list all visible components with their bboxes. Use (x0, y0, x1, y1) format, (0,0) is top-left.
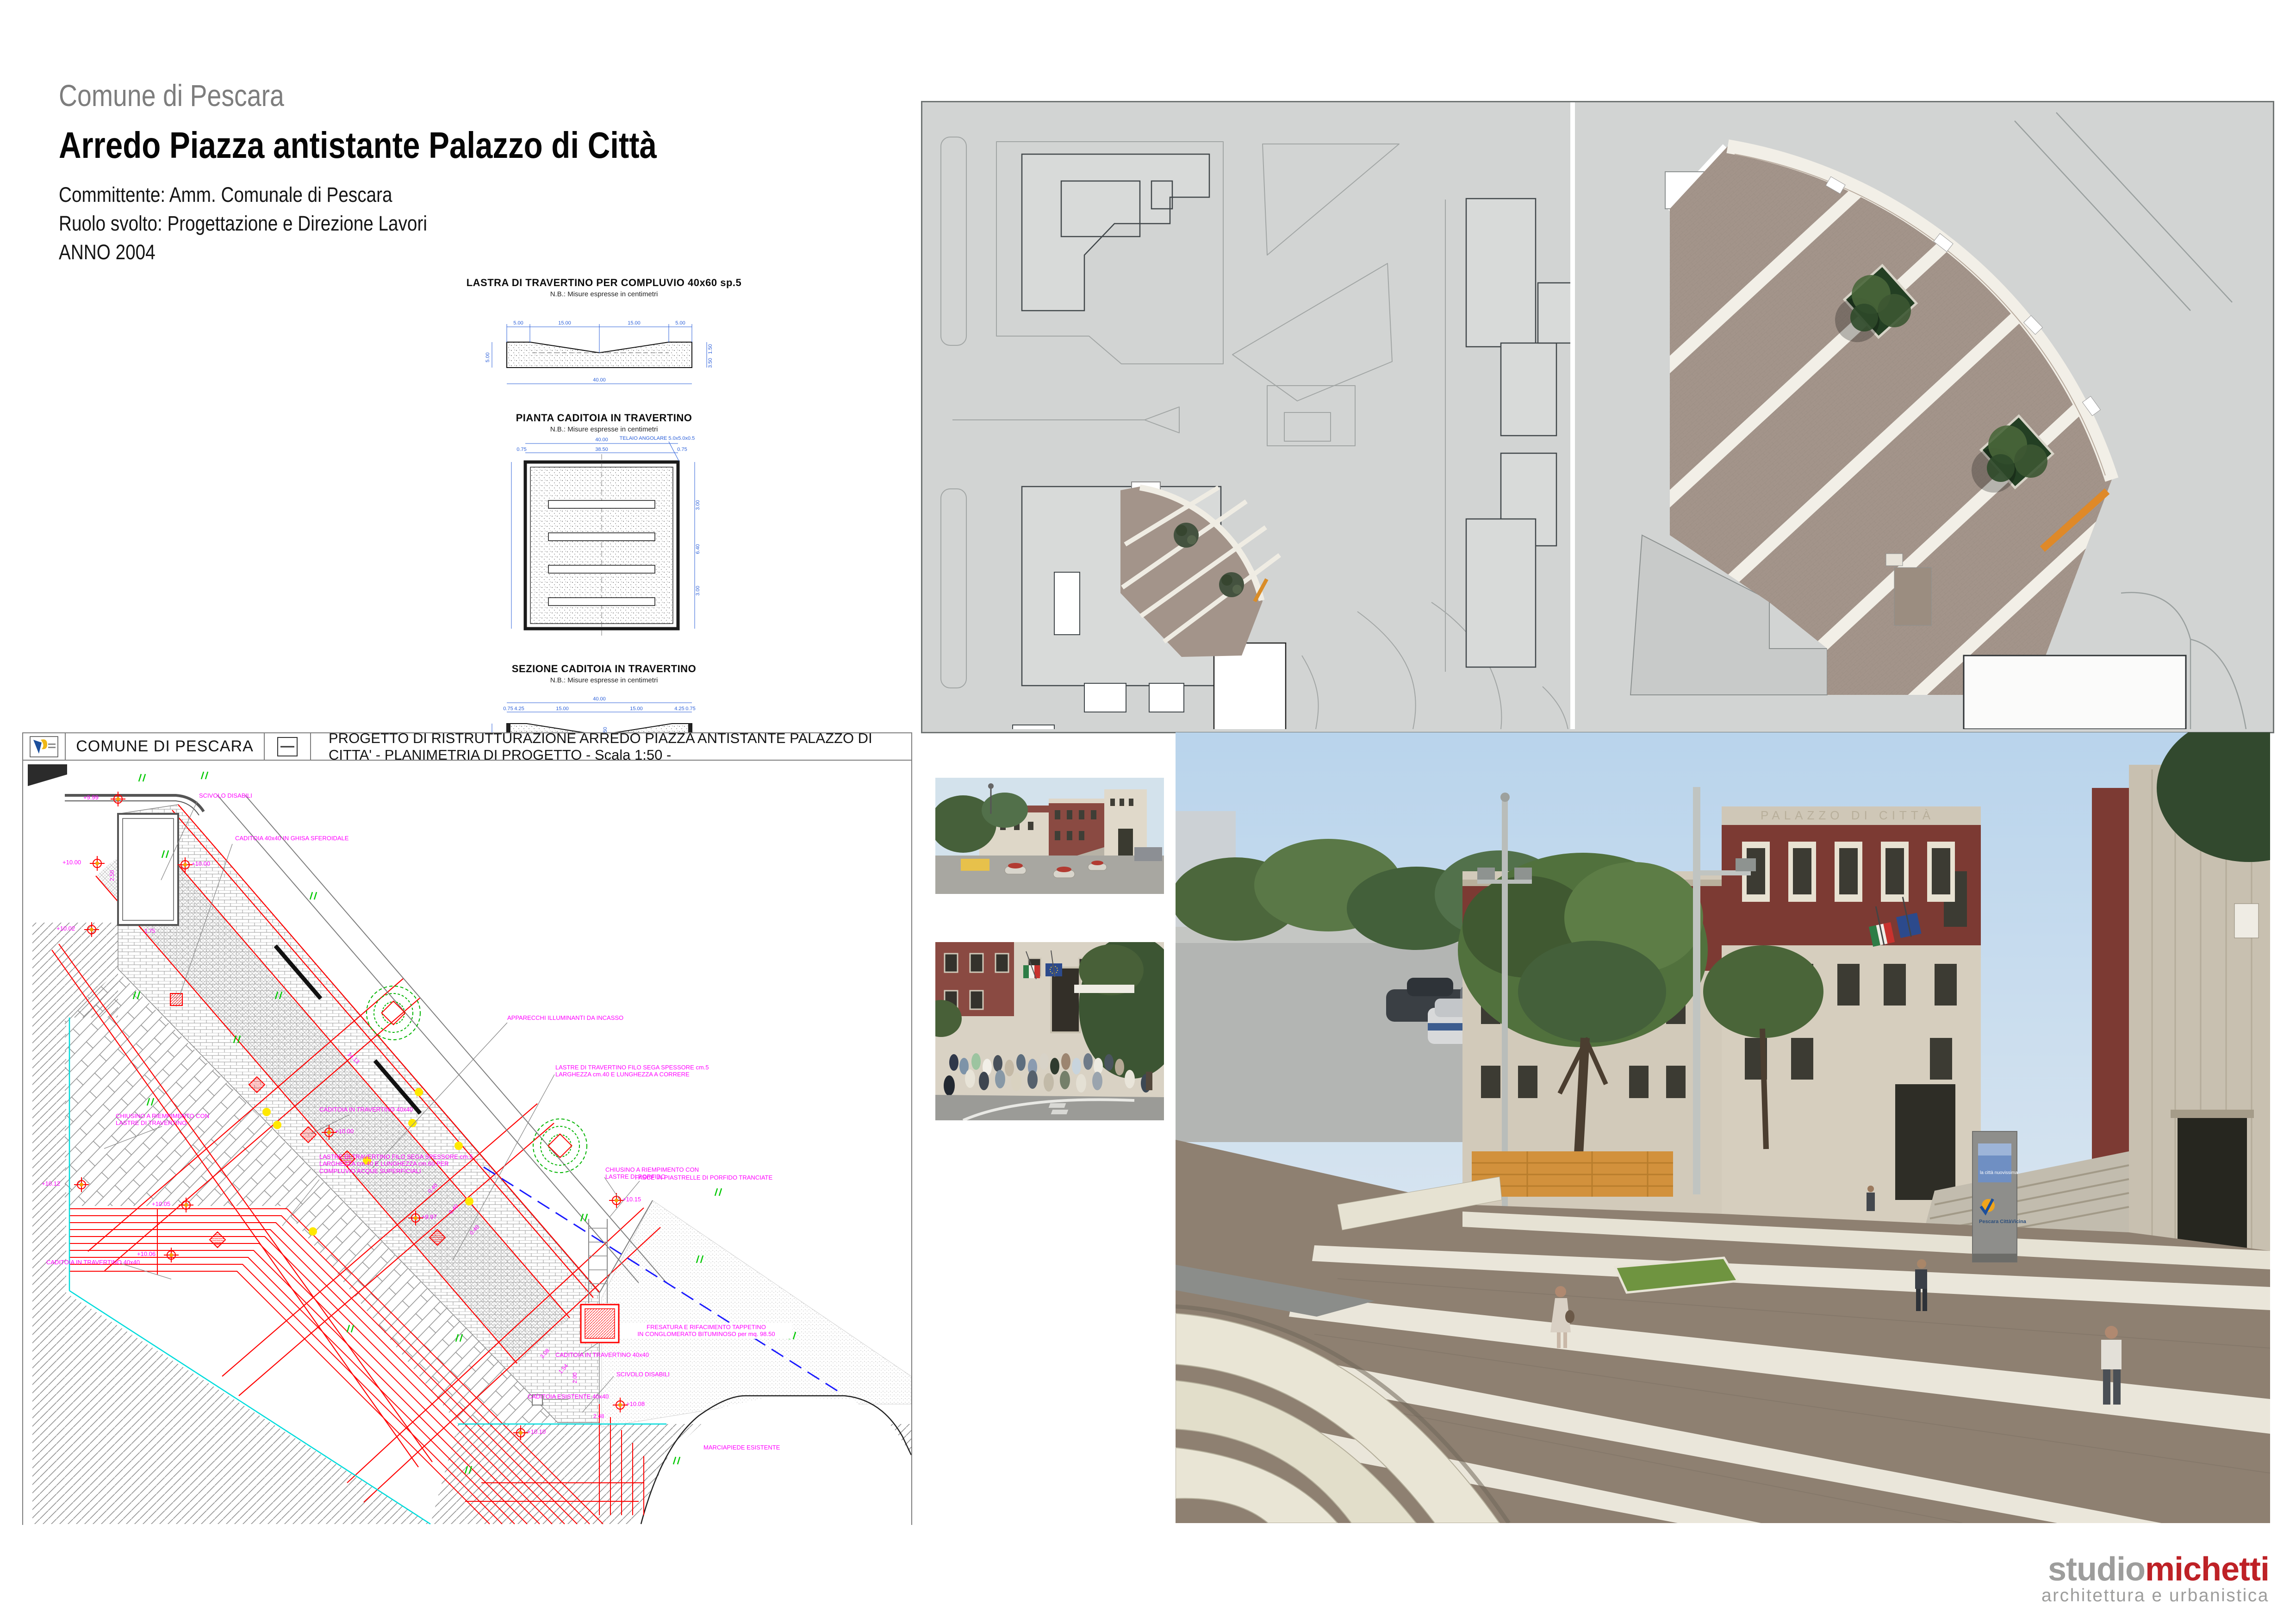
svg-text:1.75: 1.75 (144, 928, 156, 934)
plans-divider (1570, 102, 1575, 729)
logo-studio: studio (2048, 1551, 2145, 1588)
totem-screen-text: la città nuovissima (1980, 1170, 2018, 1175)
measure-note: N.B.: Misure espresse in centimetri (465, 425, 743, 433)
drawing-sezione-title: SEZIONE CADITOIA IN TRAVERTINO (465, 663, 743, 675)
drawing-lastra-title: LASTRA DI TRAVERTINO PER COMPLUVIO 40x60… (465, 277, 743, 289)
client-name: Comune di Pescara (59, 78, 720, 113)
ruolo-line: Ruolo svolto: Progettazione e Direzione … (59, 209, 735, 238)
svg-text:15.00: 15.00 (558, 320, 571, 326)
svg-text:TELAIO ANGOLARE 5.0x5.0x0.5: TELAIO ANGOLARE 5.0x5.0x0.5 (620, 436, 695, 441)
measure-note: N.B.: Misure espresse in centimetri (465, 676, 743, 684)
titleblock: COMUNE DI PESCARA PROGETTO DI RISTRUTTUR… (23, 733, 911, 761)
svg-text:4.25: 4.25 (674, 706, 684, 712)
svg-text:2.48: 2.48 (593, 1413, 604, 1419)
tree-symbol (1219, 572, 1244, 597)
drawing-pianta-title: PIANTA CADITOIA IN TRAVERTINO (465, 412, 743, 424)
svg-text:15.00: 15.00 (556, 706, 569, 712)
committente-line: Committente: Amm. Comunale di Pescara (59, 181, 735, 209)
svg-text:3.50: 3.50 (708, 358, 713, 368)
titleblock-project-title: PROGETTO DI RISTRUTTURAZIONE ARREDO PIAZ… (311, 733, 911, 760)
measure-note: N.B.: Misure espresse in centimetri (465, 290, 743, 298)
titleblock-symbol (265, 733, 311, 760)
drawing-pianta: PIANTA CADITOIA IN TRAVERTINO N.B.: Misu… (465, 412, 743, 646)
project-plan-panel: COMUNE DI PESCARA PROGETTO DI RISTRUTTUR… (22, 732, 912, 1525)
pescara-logo (23, 733, 66, 760)
building-footprint (1964, 656, 2186, 729)
svg-text:15.00: 15.00 (628, 320, 641, 326)
pianta-caditoia-drawing: 40.00 38.50 0.75 0.75 TELAIO ANGOLARE 5.… (470, 433, 738, 644)
lastra-section-drawing: 5.00 15.00 15.00 5.00 40.00 5.00 1.50 3.… (470, 298, 738, 393)
titleblock-client: COMUNE DI PESCARA (66, 733, 265, 760)
svg-text:4.25: 4.25 (514, 706, 524, 712)
orange-bench-wall (1472, 1151, 1673, 1197)
presentation-board: Comune di Pescara Arredo Piazza antistan… (0, 0, 2296, 1624)
svg-text:0.75: 0.75 (516, 447, 526, 452)
totem-brand-text: Pescara CittàVicina (1979, 1219, 2027, 1224)
svg-text:1.50: 1.50 (708, 344, 713, 354)
tree-symbol (1174, 523, 1199, 548)
svg-text:15.00: 15.00 (630, 706, 643, 712)
drawing-lastra: LASTRA DI TRAVERTINO PER COMPLUVIO 40x60… (465, 277, 743, 395)
urban-site-plan (922, 102, 1570, 729)
svg-text:40.00: 40.00 (595, 437, 608, 443)
photo-palazzo-existing (935, 778, 1164, 894)
person-steps (1867, 1186, 1875, 1211)
svg-text:5.00: 5.00 (513, 320, 523, 326)
svg-text:40.00: 40.00 (593, 377, 606, 383)
svg-text:5.00: 5.00 (675, 320, 685, 326)
svg-text:0.75: 0.75 (685, 706, 695, 712)
site-plans-panel (921, 101, 2274, 733)
cad-plan-drawing: 2.50 1.75 14.13 0.40 0.40 0.40 2.00 2.48… (23, 761, 911, 1525)
header: Comune di Pescara Arredo Piazza antistan… (59, 78, 846, 267)
building-sign: PALAZZO DI CITTÀ (1761, 808, 1935, 822)
svg-text:2.50: 2.50 (109, 870, 115, 881)
photo-crowd-event (935, 942, 1164, 1120)
svg-text:0.75: 0.75 (503, 706, 513, 712)
svg-text:5.00: 5.00 (485, 352, 491, 362)
logo-tagline: architettura e urbanistica (2041, 1587, 2269, 1604)
svg-text:6.40: 6.40 (695, 544, 701, 554)
piazza-detail-plan (1575, 102, 2273, 729)
svg-text:38.50: 38.50 (595, 447, 608, 452)
logo-michetti: michetti (2145, 1551, 2269, 1588)
photomontage-render: PALAZZO DI CITTÀ (1176, 732, 2270, 1523)
svg-text:40.00: 40.00 (593, 696, 606, 702)
page-title: Arredo Piazza antistante Palazzo di Citt… (59, 124, 720, 167)
svg-text:3.00: 3.00 (695, 586, 701, 595)
studio-logo: studiomichetti architettura e urbanistic… (2041, 1554, 2269, 1604)
svg-text:0.75: 0.75 (677, 447, 687, 452)
anno-line: ANNO 2004 (59, 238, 735, 267)
svg-text:2.00: 2.00 (572, 1372, 578, 1383)
svg-text:3.00: 3.00 (695, 500, 701, 510)
